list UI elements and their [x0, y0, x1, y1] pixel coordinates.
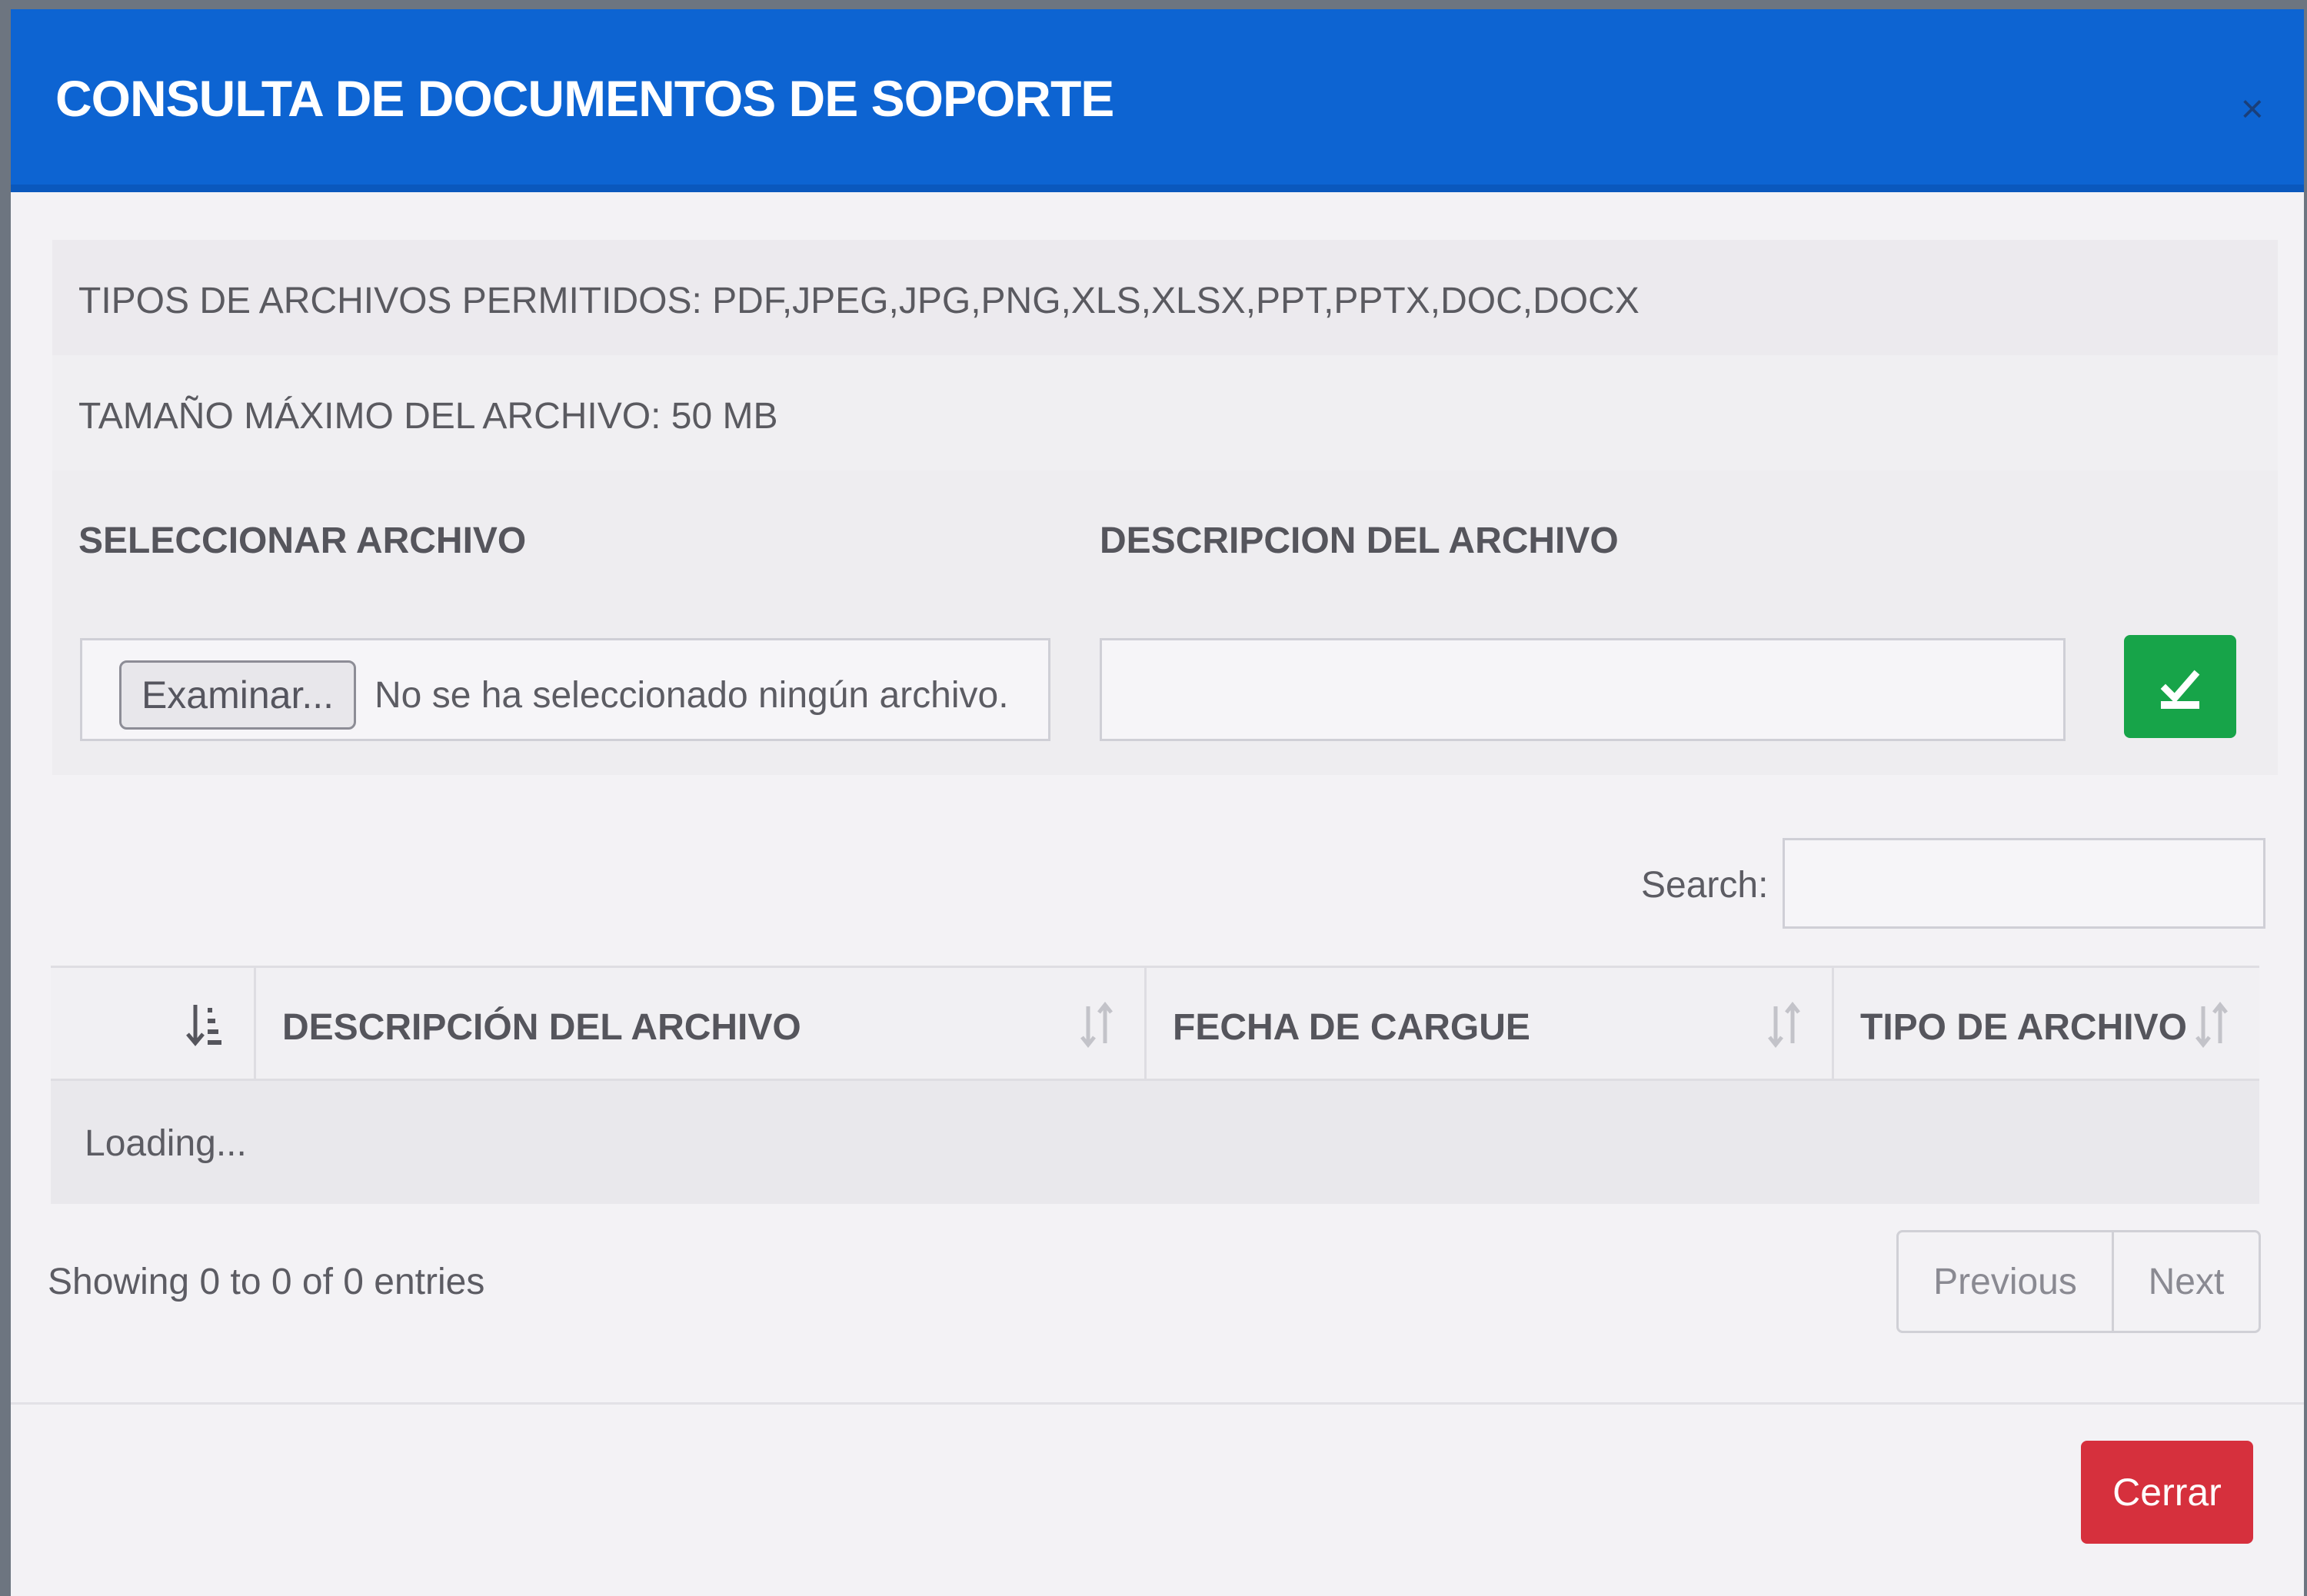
close-button[interactable]: Cerrar [2081, 1441, 2253, 1544]
sort-ascending-icon [186, 1005, 221, 1046]
column-header-date[interactable]: FECHA DE CARGUE [1144, 968, 1832, 1079]
browse-button[interactable]: Examinar... [119, 660, 356, 730]
file-description-label: DESCRIPCION DEL ARCHIVO [1100, 520, 1619, 561]
next-button[interactable]: Next [2114, 1232, 2259, 1331]
search-input[interactable] [1783, 838, 2265, 929]
search-label: Search: [1641, 865, 1769, 906]
column-header-label: DESCRIPCIÓN DEL ARCHIVO [282, 1007, 801, 1048]
table-row: Loading... [51, 1081, 2259, 1204]
pagination: Previous Next [1896, 1230, 2261, 1333]
column-header-label: FECHA DE CARGUE [1173, 1007, 1530, 1048]
upload-check-icon [2160, 670, 2200, 709]
sort-icon [2195, 1002, 2228, 1048]
upload-button[interactable] [2124, 635, 2236, 738]
sort-icon [1080, 1002, 1113, 1048]
footer-divider [11, 1402, 2304, 1405]
support-documents-modal: CONSULTA DE DOCUMENTOS DE SOPORTE × TIPO… [11, 9, 2304, 1596]
table-header: DESCRIPCIÓN DEL ARCHIVO FECHA DE CARGUE … [51, 966, 2259, 1081]
column-header-label: TIPO DE ARCHIVO [1860, 1007, 2187, 1048]
allowed-types-text: TIPOS DE ARCHIVOS PERMITIDOS: PDF,JPEG,J… [78, 281, 1640, 321]
allowed-types-row: TIPOS DE ARCHIVOS PERMITIDOS: PDF,JPEG,J… [52, 240, 2278, 355]
previous-button[interactable]: Previous [1899, 1232, 2114, 1331]
file-description-input[interactable] [1100, 638, 2066, 741]
modal-title: CONSULTA DE DOCUMENTOS DE SOPORTE [55, 70, 1114, 127]
modal-header: CONSULTA DE DOCUMENTOS DE SOPORTE × [11, 9, 2304, 192]
max-size-text: TAMAÑO MÁXIMO DEL ARCHIVO: 50 MB [78, 396, 778, 437]
select-file-label: SELECCIONAR ARCHIVO [78, 520, 527, 561]
close-icon[interactable]: × [2241, 89, 2264, 129]
table-info: Showing 0 to 0 of 0 entries [48, 1262, 485, 1302]
upload-form: SELECCIONAR ARCHIVO DESCRIPCION DEL ARCH… [52, 470, 2278, 775]
file-status-text: No se ha seleccionado ningún archivo. [375, 675, 1009, 716]
column-header-index[interactable] [51, 968, 254, 1079]
column-header-description[interactable]: DESCRIPCIÓN DEL ARCHIVO [254, 968, 1144, 1079]
file-input[interactable]: Examinar... No se ha seleccionado ningún… [80, 638, 1050, 741]
loading-text: Loading... [85, 1123, 247, 1164]
max-size-row: TAMAÑO MÁXIMO DEL ARCHIVO: 50 MB [52, 355, 2278, 470]
column-header-type[interactable]: TIPO DE ARCHIVO [1832, 968, 2259, 1079]
sort-icon [1768, 1002, 1800, 1048]
